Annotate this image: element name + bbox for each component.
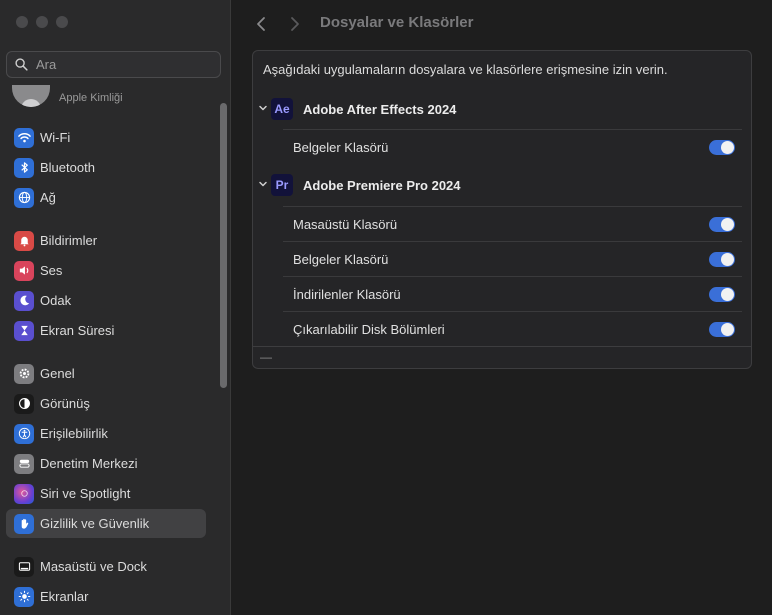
sidebar-item-appearance[interactable]: Görünüş	[6, 389, 206, 418]
sidebar-item-focus[interactable]: Odak	[6, 286, 206, 315]
chevron-left-icon	[257, 17, 265, 31]
folder-label: Masaüstü Klasörü	[293, 216, 398, 232]
avatar	[12, 85, 50, 107]
globe-icon	[14, 187, 34, 208]
siri-icon	[14, 483, 34, 504]
sidebar-scrollbar[interactable]	[220, 103, 227, 388]
app-group-after-effects[interactable]: Ae Adobe After Effects 2024	[253, 92, 751, 126]
bluetooth-icon	[14, 157, 34, 178]
folder-access-toggle[interactable]	[709, 322, 735, 337]
premiere-pro-icon-text: Pr	[275, 178, 289, 192]
bell-icon	[14, 230, 34, 251]
sidebar-item-label: Ses	[40, 263, 63, 278]
folder-row: Belgeler Klasörü	[283, 129, 742, 164]
sidebar-item-screen-time[interactable]: Ekran Süresi	[6, 316, 206, 345]
search-input[interactable]	[34, 56, 208, 73]
back-button[interactable]	[253, 15, 269, 33]
panel-description: Aşağıdaki uygulamaların dosyalara ve kla…	[263, 62, 668, 77]
apple-id-label: Apple Kimliği	[59, 92, 123, 104]
search-icon	[15, 58, 28, 71]
sun-icon	[14, 586, 34, 607]
appearance-icon	[14, 393, 34, 414]
folder-row: Masaüstü Klasörü	[283, 206, 742, 241]
sidebar-item-label: Bluetooth	[40, 160, 95, 175]
zoom-window-button[interactable]	[56, 16, 68, 28]
forward-button[interactable]	[287, 15, 303, 33]
dock-icon	[14, 556, 34, 577]
sidebar-item-label: Gizlilik ve Güvenlik	[40, 516, 150, 531]
panel-footer: —	[253, 346, 751, 368]
folder-label: Çıkarılabilir Disk Bölümleri	[293, 321, 445, 337]
sidebar-item-general[interactable]: Genel	[6, 359, 206, 388]
app-name: Adobe Premiere Pro 2024	[303, 177, 461, 193]
wifi-icon	[14, 127, 34, 148]
page-title: Dosyalar ve Klasörler	[320, 14, 474, 31]
control-center-icon	[14, 453, 34, 474]
sidebar-item-network[interactable]: Ağ	[6, 183, 206, 212]
close-window-button[interactable]	[16, 16, 28, 28]
files-folders-panel: Aşağıdaki uygulamaların dosyalara ve kla…	[252, 50, 752, 369]
folder-access-toggle[interactable]	[709, 287, 735, 302]
folder-row: Belgeler Klasörü	[283, 241, 742, 276]
sidebar-item-label: Ekranlar	[40, 589, 89, 604]
sidebar-item-label: Görünüş	[40, 396, 90, 411]
minimize-window-button[interactable]	[36, 16, 48, 28]
sidebar-item-wifi[interactable]: Wi-Fi	[6, 123, 206, 152]
sidebar: Apple Kimliği Wi-Fi Bluetooth Ağ Bildiri…	[0, 0, 231, 615]
app-group-premiere-pro[interactable]: Pr Adobe Premiere Pro 2024	[253, 168, 751, 202]
sidebar-item-siri[interactable]: Siri ve Spotlight	[6, 479, 206, 508]
sidebar-item-notifications[interactable]: Bildirimler	[6, 226, 206, 255]
sidebar-item-label: Erişilebilirlik	[40, 426, 108, 441]
chevron-down-icon[interactable]	[258, 179, 268, 189]
sidebar-item-desktop-dock[interactable]: Masaüstü ve Dock	[6, 552, 206, 581]
folder-access-toggle[interactable]	[709, 140, 735, 155]
folder-row: Çıkarılabilir Disk Bölümleri	[283, 311, 742, 346]
folder-access-toggle[interactable]	[709, 217, 735, 232]
sidebar-item-privacy-security[interactable]: Gizlilik ve Güvenlik	[6, 509, 206, 538]
sidebar-item-label: Masaüstü ve Dock	[40, 559, 147, 574]
apple-id-item[interactable]: Apple Kimliği	[12, 83, 123, 107]
sidebar-item-label: Odak	[40, 293, 72, 308]
window-controls	[16, 16, 68, 28]
sidebar-item-accessibility[interactable]: Erişilebilirlik	[6, 419, 206, 448]
sidebar-item-label: Ağ	[40, 190, 56, 205]
chevron-down-icon[interactable]	[258, 103, 268, 113]
folder-label: İndirilenler Klasörü	[293, 286, 401, 302]
app-name: Adobe After Effects 2024	[303, 101, 457, 117]
sidebar-item-label: Denetim Merkezi	[40, 456, 138, 471]
sidebar-item-displays[interactable]: Ekranlar	[6, 582, 206, 611]
sidebar-item-label: Bildirimler	[40, 233, 98, 248]
chevron-right-icon	[291, 17, 299, 31]
folder-label: Belgeler Klasörü	[293, 139, 389, 155]
after-effects-app-icon: Ae	[271, 98, 293, 120]
hand-icon	[14, 513, 34, 534]
gear-icon	[14, 363, 34, 384]
sidebar-item-sound[interactable]: Ses	[6, 256, 206, 285]
moon-icon	[14, 290, 34, 311]
sidebar-item-label: Siri ve Spotlight	[40, 486, 131, 501]
sidebar-item-label: Wi-Fi	[40, 130, 71, 145]
search-field[interactable]	[6, 51, 221, 78]
after-effects-icon-text: Ae	[274, 102, 290, 116]
premiere-pro-app-icon: Pr	[271, 174, 293, 196]
accessibility-icon	[14, 423, 34, 444]
remove-button[interactable]: —	[260, 350, 272, 364]
sidebar-item-label: Genel	[40, 366, 75, 381]
speaker-icon	[14, 260, 34, 281]
sidebar-item-control-center[interactable]: Denetim Merkezi	[6, 449, 206, 478]
hourglass-icon	[14, 320, 34, 341]
folder-row: İndirilenler Klasörü	[283, 276, 742, 311]
folder-label: Belgeler Klasörü	[293, 251, 389, 267]
sidebar-item-bluetooth[interactable]: Bluetooth	[6, 153, 206, 182]
sidebar-item-label: Ekran Süresi	[40, 323, 115, 338]
folder-access-toggle[interactable]	[709, 252, 735, 267]
